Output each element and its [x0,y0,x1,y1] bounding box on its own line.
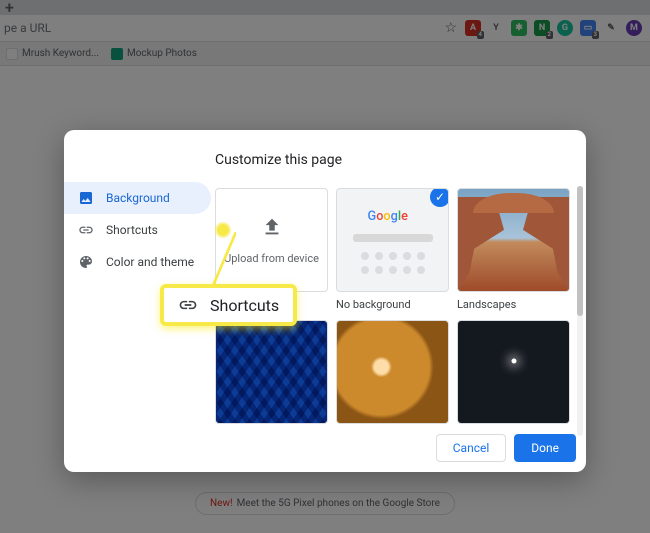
textures-card[interactable] [215,320,328,424]
sidebar-item-label: Background [106,191,170,205]
image-icon [78,190,94,206]
dialog-title: Customize this page [215,152,574,168]
callout-text: Shortcuts [210,296,279,315]
search-bar-placeholder [353,234,433,242]
sidebar-item-shortcuts[interactable]: Shortcuts [64,214,211,246]
night-card[interactable] [457,320,570,424]
scrollbar-thumb[interactable] [577,186,583,316]
seascape-card[interactable] [336,320,449,424]
cancel-button[interactable]: Cancel [436,434,507,462]
link-icon [178,295,198,315]
sidebar-item-label: Color and theme [106,255,194,269]
shortcuts-placeholder [361,252,425,274]
sidebar-item-label: Shortcuts [106,223,158,237]
upload-text: Upload from device [224,252,319,265]
callout-connector-line [212,232,236,288]
sidebar-item-background[interactable]: Background [64,182,211,214]
thumb-label: Landscapes [457,298,570,312]
landscapes-card[interactable]: Landscapes [457,188,570,312]
customize-dialog: Background Shortcuts Color and theme Cus… [64,130,586,472]
link-icon [78,222,94,238]
shortcuts-callout: Shortcuts [160,284,297,326]
sidebar-item-color-theme[interactable]: Color and theme [64,246,211,278]
dialog-footer: Cancel Done [436,434,576,462]
thumb-label: No background [336,298,449,312]
palette-icon [78,254,94,270]
done-button[interactable]: Done [514,434,576,462]
check-icon: ✓ [430,188,449,207]
google-logo: Google [367,207,419,224]
scrollbar[interactable] [577,186,583,436]
upload-icon [261,216,283,242]
no-background-card[interactable]: ✓ Google No background [336,188,449,312]
svg-text:Google: Google [367,208,408,223]
